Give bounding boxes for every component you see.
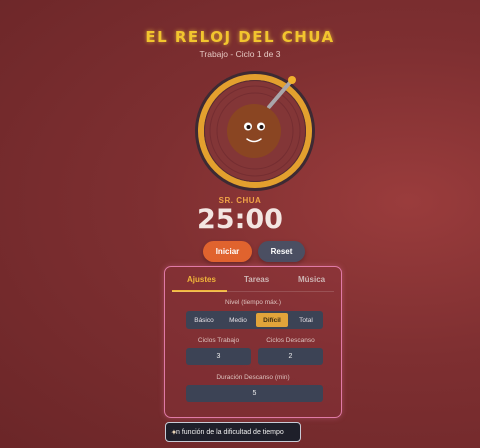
tabs-divider — [172, 291, 334, 292]
clock-hand-tip — [288, 76, 296, 84]
tab-tareas[interactable]: Tareas — [244, 275, 269, 284]
tooltip-text: n función de la dificultad de tiempo — [176, 428, 284, 436]
panel-tabs: Ajustes Tareas Música — [171, 271, 335, 292]
work-cycles-input[interactable]: 3 — [186, 348, 251, 365]
rest-cycles-label: Ciclos Descanso — [266, 337, 315, 344]
work-cycles-label: Ciclos Trabajo — [197, 337, 240, 344]
level-label: Nivel (tiempo máx.) — [225, 299, 281, 306]
start-button[interactable]: Iniciar — [203, 241, 252, 262]
level-option-dificil[interactable]: Difícil — [256, 313, 288, 327]
rest-cycles-input[interactable]: 2 — [258, 348, 323, 365]
chua-face-icon — [227, 104, 281, 158]
level-selector: Básico Medio Difícil Total — [186, 311, 323, 329]
clock-face — [194, 70, 316, 192]
time-display: 25:00 — [197, 204, 283, 235]
cycle-subtitle: Trabajo - Ciclo 1 de 3 — [199, 49, 281, 59]
tab-musica[interactable]: Música — [298, 275, 325, 284]
rest-duration-label: Duración Descanso (min) — [216, 374, 290, 381]
level-option-basico[interactable]: Básico — [188, 313, 220, 327]
difficulty-tooltip: ✦ n función de la dificultad de tiempo — [165, 422, 301, 442]
settings-panel: Ajustes Tareas Música Nivel (tiempo máx.… — [164, 266, 342, 418]
app-title: EL RELOJ DEL CHUA — [145, 28, 335, 46]
rest-duration-input[interactable]: 5 — [186, 385, 323, 402]
reset-button[interactable]: Reset — [258, 241, 305, 262]
tab-ajustes[interactable]: Ajustes — [187, 275, 216, 284]
level-option-medio[interactable]: Medio — [222, 313, 254, 327]
level-option-total[interactable]: Total — [290, 313, 322, 327]
